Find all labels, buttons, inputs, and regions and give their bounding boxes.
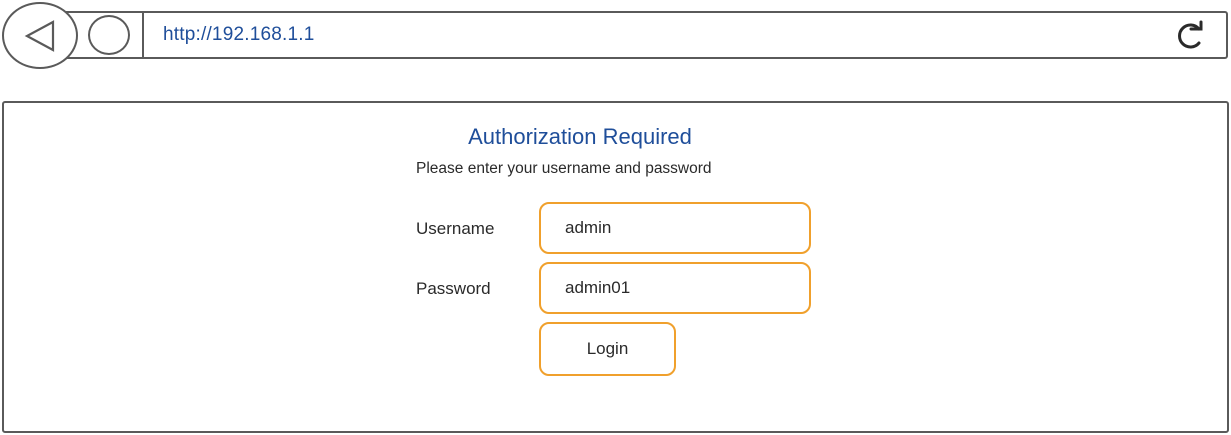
- back-triangle-icon: [24, 19, 55, 52]
- reload-icon: [1178, 20, 1203, 49]
- username-label: Username: [416, 219, 495, 238]
- page-subtitle: Please enter your username and password: [416, 160, 712, 177]
- login-button[interactable]: Login: [539, 322, 676, 376]
- username-value: admin: [565, 218, 612, 237]
- username-field[interactable]: admin: [539, 202, 811, 254]
- login-button-label: Login: [586, 339, 629, 358]
- circle-icon[interactable]: [88, 15, 130, 55]
- back-button[interactable]: [2, 2, 78, 69]
- password-value: admin01: [565, 278, 631, 297]
- page-title: Authorization Required: [468, 124, 692, 149]
- password-label: Password: [416, 279, 491, 298]
- reload-button[interactable]: [1172, 20, 1208, 52]
- address-bar-divider: [142, 11, 144, 59]
- password-field[interactable]: admin01: [539, 262, 811, 314]
- browser-window: http://192.168.1.1 Authorization Require…: [0, 0, 1231, 435]
- url-text[interactable]: http://192.168.1.1: [163, 24, 315, 46]
